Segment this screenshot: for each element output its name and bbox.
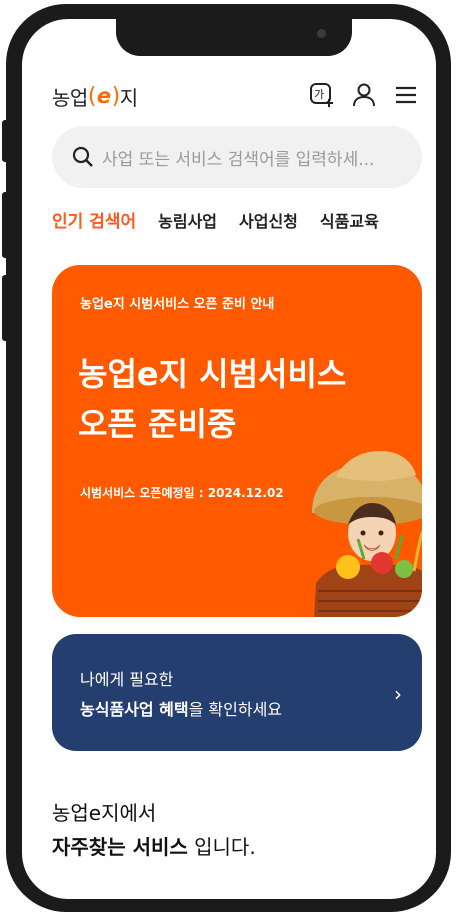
banner-title: 농업e지 시범서비스 오픈 준비중 bbox=[78, 349, 378, 449]
promo-banner[interactable]: 농업e지 시범서비스 오픈 준비 안내 농업e지 시범서비스 오픈 준비중 시범… bbox=[52, 265, 422, 617]
app-header: 농업 ( e ) 지 가 bbox=[22, 77, 436, 117]
tab-agriculture-projects[interactable]: 농림사업 bbox=[158, 205, 217, 239]
frequent-line2: 자주찾는 서비스 입니다. bbox=[52, 829, 412, 865]
tab-food-education[interactable]: 식품교육 bbox=[320, 205, 379, 239]
logo-text-pre: 농업 bbox=[52, 85, 88, 110]
search-input[interactable]: 사업 또는 서비스 검색어를 입력하세... bbox=[102, 145, 412, 170]
logo-text-post: 지 bbox=[119, 85, 138, 110]
banner-open-date: 시범서비스 오픈예정일 : 2024.12.02 bbox=[80, 486, 284, 500]
benefit-card[interactable]: 나에게 필요한 농식품사업 혜택을 확인하세요 › bbox=[52, 634, 422, 751]
benefit-rest: 을 확인하세요 bbox=[188, 700, 283, 719]
frequent-rest: 입니다. bbox=[187, 835, 256, 859]
menu-icon bbox=[396, 86, 416, 104]
phone-screen: 농업 ( e ) 지 가 사업 또는 서비스 검색어를 입력하세... 인기 검… bbox=[22, 19, 436, 899]
tab-project-application[interactable]: 사업신청 bbox=[239, 205, 298, 239]
search-bar[interactable]: 사업 또는 서비스 검색어를 입력하세... bbox=[52, 126, 422, 188]
benefit-line2: 농식품사업 혜택을 확인하세요 bbox=[80, 696, 282, 720]
camera-icon bbox=[317, 29, 326, 38]
tab-popular-keywords[interactable]: 인기 검색어 bbox=[52, 205, 136, 239]
text-size-icon: 가 bbox=[310, 83, 333, 107]
frequent-line1: 농업e지에서 bbox=[52, 801, 157, 825]
header-icons: 가 bbox=[308, 81, 420, 109]
search-icon bbox=[72, 146, 93, 167]
logo-paren-close: ) bbox=[111, 83, 121, 109]
keyword-tabs: 인기 검색어 농림사업 사업신청 식품교육 bbox=[52, 205, 436, 239]
notch bbox=[116, 19, 352, 56]
frequent-services-heading: 농업e지에서 자주찾는 서비스 입니다. bbox=[52, 797, 412, 865]
text-size-button[interactable]: 가 bbox=[308, 81, 336, 109]
app-logo[interactable]: 농업 ( e ) 지 bbox=[52, 81, 138, 111]
user-button[interactable] bbox=[350, 81, 378, 109]
benefit-line1: 나에게 필요한 bbox=[80, 670, 174, 689]
frequent-highlight: 자주찾는 서비스 bbox=[52, 835, 188, 859]
svg-text:가: 가 bbox=[314, 88, 324, 101]
user-icon bbox=[353, 83, 375, 107]
farmer-illustration bbox=[312, 451, 422, 617]
banner-title-line1: 농업e지 시범서비스 bbox=[78, 355, 347, 393]
banner-eyebrow: 농업e지 시범서비스 오픈 준비 안내 bbox=[80, 297, 275, 312]
logo-paren-open: ( bbox=[87, 83, 97, 109]
chevron-right-icon: › bbox=[394, 682, 402, 706]
menu-button[interactable] bbox=[392, 81, 420, 109]
logo-e-mark: e bbox=[96, 84, 111, 108]
benefit-highlight: 농식품사업 혜택 bbox=[80, 700, 189, 719]
